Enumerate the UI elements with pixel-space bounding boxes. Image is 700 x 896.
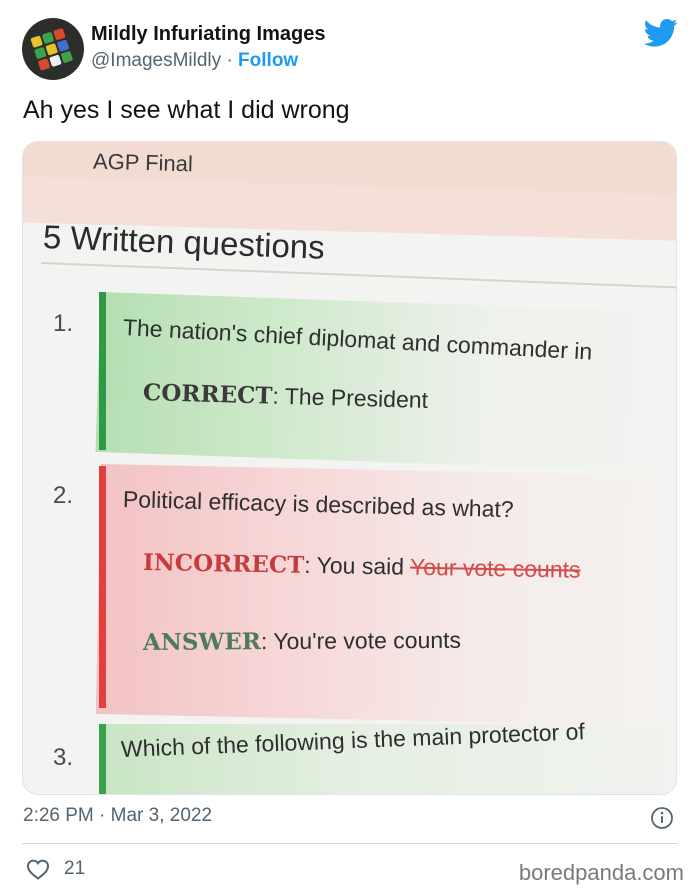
result-separator: : (272, 382, 280, 409)
answer-label: ANSWER (142, 628, 262, 656)
tweet-photo[interactable]: AGP Final 5 Written questions 1. The nat… (22, 141, 677, 795)
question-number: 3. (53, 744, 74, 771)
question-3-bar (99, 724, 106, 794)
incorrect-label: INCORRECT (142, 549, 305, 579)
avatar[interactable] (22, 18, 84, 80)
timestamp[interactable]: 2:26 PM · Mar 3, 2022 (23, 805, 212, 827)
correct-bar (99, 292, 106, 450)
photo-top-tab: AGP Final (92, 148, 194, 177)
question-number: 2. (53, 482, 74, 509)
footer-divider (22, 843, 678, 844)
photo-screen: AGP Final 5 Written questions 1. The nat… (23, 142, 676, 794)
tweet-date: Mar 3, 2022 (110, 805, 213, 826)
result-separator: : (304, 551, 311, 578)
photo-divider (40, 262, 676, 290)
correct-answer: The President (284, 382, 429, 413)
timestamp-separator: · (99, 805, 106, 826)
tweet-time: 2:26 PM (23, 805, 94, 826)
tweet-card: Mildly Infuriating Images @ImagesMildly … (0, 0, 700, 896)
you-said-prefix: You said (316, 552, 405, 580)
incorrect-bar (99, 466, 106, 708)
handle-separator: · (226, 50, 233, 71)
display-name[interactable]: Mildly Infuriating Images (91, 23, 325, 46)
like-count: 21 (64, 858, 86, 879)
heart-icon[interactable] (26, 858, 50, 880)
question-2-answer: ANSWER: You're vote counts (143, 627, 461, 656)
tweet-text: Ah yes I see what I did wrong (23, 96, 350, 124)
struck-answer: Your vote counts (409, 553, 581, 583)
info-icon[interactable] (650, 806, 674, 830)
question-number: 1. (53, 310, 74, 337)
watermark: boredpanda.com (518, 860, 684, 885)
twitter-bird-icon[interactable] (644, 18, 678, 48)
handle[interactable]: @ImagesMildly (91, 50, 221, 71)
follow-button[interactable]: Follow (238, 50, 298, 71)
rubiks-cube-image (30, 27, 75, 72)
correct-label: CORRECT (142, 379, 273, 410)
answer-text: You're vote counts (273, 626, 462, 655)
handle-row: @ImagesMildly · Follow (91, 50, 298, 72)
answer-separator: : (260, 628, 268, 655)
